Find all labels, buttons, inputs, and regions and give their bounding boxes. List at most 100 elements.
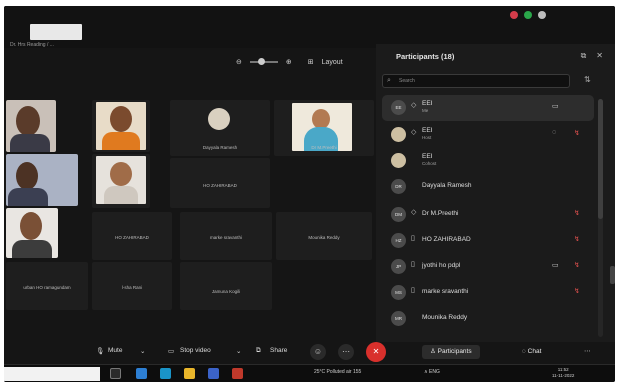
participant-row-cohost[interactable]: EEI Cohost [382,148,594,174]
sort-icon[interactable]: ⇅ [584,75,591,84]
video-icon[interactable]: ▭ [168,347,174,355]
video-tile [6,208,58,258]
taskbar-clock[interactable]: 11:52 11-11-2022 [552,367,574,379]
avatar: MR [391,311,406,326]
video-tile [92,100,150,152]
avatar: JP [391,259,406,274]
title-area [30,24,82,40]
zoom-slider[interactable] [249,58,278,65]
view-controls: ⊖ ⊕ ⊞ Layout [236,58,343,66]
meeting-toolbar: 🎙 Mute ⌄ ▭ Stop video ⌄ ⧉ Share ☺ ⋯ ✕ ♙ … [4,342,615,364]
share-button[interactable]: Share [270,347,287,354]
chat-button[interactable]: ◌ Chat [514,345,549,359]
avatar [391,127,406,142]
window-indicators [510,11,546,19]
file-explorer-icon[interactable] [184,368,195,379]
participant-row[interactable]: JP ▯ jyothi ho pdpl ▭ ↯ [382,254,594,280]
avatar: DM [391,207,406,222]
connection-indicator-icon [524,11,532,19]
chevron-down-icon[interactable]: ⌄ [236,347,241,355]
host-key-icon: ◇ [411,209,417,216]
video-camera-icon: ▭ [552,262,559,269]
taskbar-search-box[interactable] [4,367,100,381]
panel-title: Participants (18) [396,52,455,61]
video-tile-zahirabad: HO ZAHIRABAD [170,158,270,208]
window-top-bar: Dr. Hrs Reading / ... [4,6,615,48]
panel-scrollbar[interactable] [598,99,603,337]
participant-row-me[interactable]: EE ◇ EEI Me ▭ [382,95,594,121]
video-tile-marke: marke sravanthi [180,212,272,260]
avatar: EE [391,100,406,115]
mic-muted-icon: ↯ [574,210,580,217]
video-tile-dayyala: Dayyala Ramesh [170,100,270,156]
weather-widget[interactable]: 25°C Polluted air 155 [314,369,361,375]
search-placeholder: Search [399,78,415,84]
participant-row[interactable]: HZ ▯ HO ZAHIRABAD ↯ [382,228,594,254]
participant-row[interactable]: DM ◇ Dr M.Preethi ↯ [382,202,594,228]
layout-icon[interactable]: ⊞ [308,58,314,66]
zoom-in-icon[interactable]: ⊕ [286,58,292,66]
mic-muted-icon: ↯ [574,130,580,137]
panel-resize-handle[interactable] [610,266,615,284]
more-icon[interactable]: ⋯ [338,344,354,360]
video-tile-jamuna: Jamuna Kogili [180,262,272,310]
layout-button[interactable]: Layout [322,59,343,66]
task-view-icon[interactable] [110,368,121,379]
video-tile-preethi: Dr M.Preethi [274,100,374,156]
participant-row[interactable]: DR Dayyala Ramesh [382,174,594,200]
participant-face [16,106,40,136]
avatar: DR [391,179,406,194]
mic-muted-icon: ↯ [574,288,580,295]
participant-row[interactable]: MS ▯ marke sravanthi ↯ [382,280,594,306]
zoom-out-icon[interactable]: ⊖ [236,58,242,66]
browser-icon[interactable] [160,368,171,379]
avatar: MS [391,285,406,300]
leave-meeting-button[interactable]: ✕ [366,342,386,362]
close-icon[interactable]: ✕ [596,51,603,61]
stop-video-button[interactable]: Stop video [180,347,211,354]
mic-icon[interactable]: 🎙 [96,347,104,355]
system-tray[interactable]: ∧ ENG [424,369,440,375]
video-tile [6,154,78,206]
video-tile [92,154,150,208]
participant-row-host[interactable]: ◇ EEI Host ◌ ↯ [382,122,594,148]
phone-icon: ▯ [411,235,415,242]
os-taskbar: 25°C Polluted air 155 ∧ ENG 11:52 11-11-… [4,364,615,382]
video-tile-mounika: Mounika Reddy [276,212,372,260]
chat-bubble-icon: ◌ [552,129,557,136]
reactions-icon[interactable]: ☺ [310,344,326,360]
participant-face [312,109,330,129]
phone-icon: ▯ [411,287,415,294]
host-key-icon: ◇ [411,102,417,109]
edge-icon[interactable] [136,368,147,379]
participant-search-input[interactable]: ⌕ Search [382,74,570,88]
mic-muted-icon: ↯ [574,236,580,243]
search-icon: ⌕ [387,77,391,84]
host-key-icon: ◇ [411,129,417,136]
video-tile-lucky: l-sha Rani [92,262,172,310]
app-icon[interactable] [232,368,243,379]
participant-face [16,162,38,190]
avatar [391,153,406,168]
participants-panel: Participants (18) ⧉ ✕ ⌕ Search ⇅ EE ◇ EE… [376,44,615,344]
video-tile-ramagundam: urban HO ramagundam [6,262,88,310]
mic-muted-icon: ↯ [574,262,580,269]
video-tile-zahirabad-name: HO ZAHIRABAD [92,212,172,260]
panel-header-actions: ⧉ ✕ [581,51,603,61]
share-icon[interactable]: ⧉ [256,347,261,355]
participant-face [20,212,42,240]
window-menu-icon[interactable] [538,11,546,19]
popout-icon[interactable]: ⧉ [581,51,587,61]
chevron-down-icon[interactable]: ⌄ [140,347,145,355]
participant-avatar [208,108,230,130]
people-icon: ♙ [430,348,438,355]
avatar: HZ [391,233,406,248]
overflow-menu-icon[interactable]: ⋯ [584,347,591,355]
participant-face [110,106,132,132]
meeting-app-icon[interactable] [208,368,219,379]
phone-icon: ▯ [411,261,415,268]
participants-button[interactable]: ♙ Participants [422,345,480,359]
mute-button[interactable]: Mute [108,347,122,354]
meeting-info-text: Dr. Hrs Reading / ... [10,42,54,48]
participant-row[interactable]: MR Mounika Reddy [382,306,594,332]
